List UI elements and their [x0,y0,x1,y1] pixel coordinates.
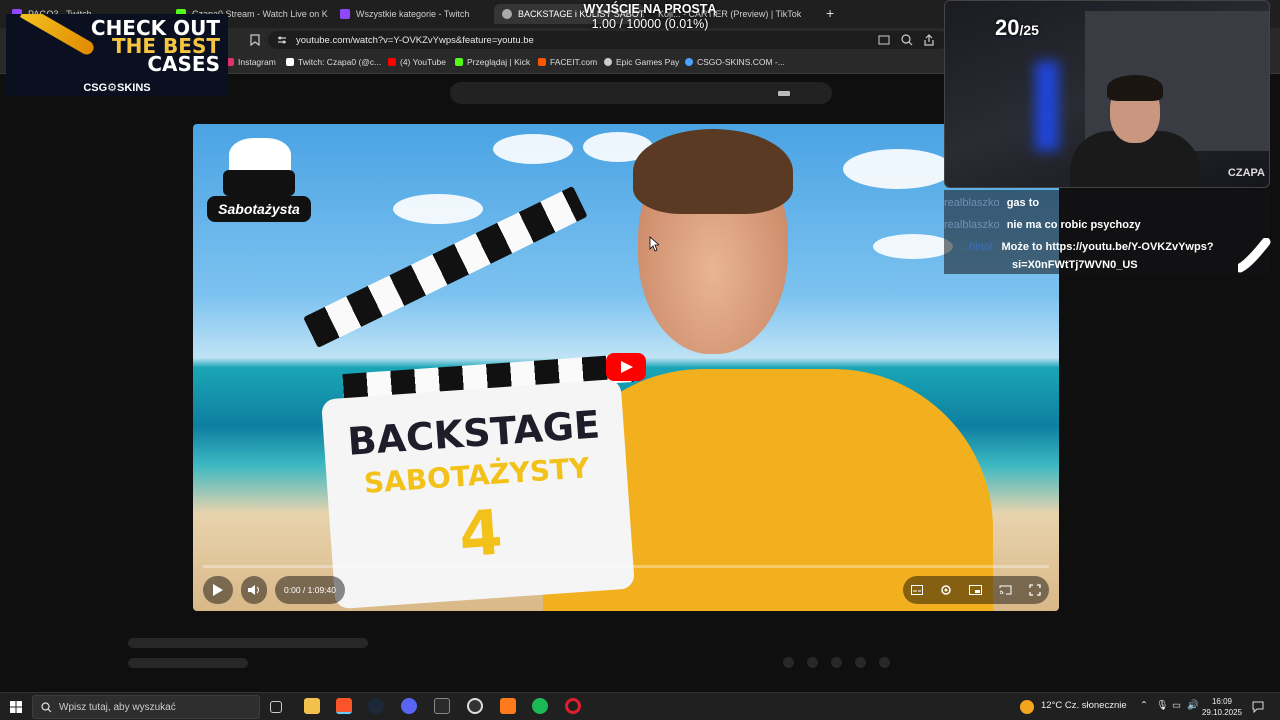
action-skeleton [831,657,842,668]
stream-goal-overlay: WYJŚCIE NA PROSTĄ 1.00 / 10000 (0.01%) [560,2,740,32]
epic-games-icon[interactable] [434,698,450,714]
miniplayer-icon[interactable] [968,585,982,595]
bookmark-twitch-czapa0[interactable]: Twitch: Czapa0 (@c... [286,57,381,67]
bookmark-youtube[interactable]: (4) YouTube [388,57,446,67]
action-skeleton [783,657,794,668]
windows-taskbar: Wpisz tutaj, aby wyszukać 12°C Cz. słone… [0,692,1280,720]
cloud [393,194,483,224]
kick-icon [455,58,463,66]
chat-message: ...hinol Może to https://youtu.be/Y-OVKZ… [960,241,1214,253]
youtube-play-icon[interactable] [606,353,646,381]
weather-sun-icon[interactable] [1020,700,1034,714]
goal-title: WYJŚCIE NA PROSTĄ [583,2,717,16]
chat-overlay: realblaszko gas to realblaszko nie ma co… [944,190,1271,274]
file-explorer-icon[interactable] [304,698,320,714]
bookmark-instagram[interactable]: Instagram [226,57,276,67]
search-bar-placeholder[interactable] [450,82,832,104]
sponsor-brand: CSG⚙SKINS [83,82,151,94]
bookmark-icon[interactable] [250,34,260,46]
taskbar-search[interactable]: Wpisz tutaj, aby wyszukać [32,695,260,719]
keyboard-icon[interactable] [778,91,790,96]
webcam-overlay: 20/25 CZAPA [944,0,1270,188]
cursor-icon [649,236,659,252]
video-player[interactable]: BACKSTAGE SABOTAŻYSTY 4 Sabotażysta 0:00… [193,124,1059,611]
bookmark-faceit[interactable]: FACEIT.com [538,57,597,67]
brave-browser-icon[interactable] [336,698,352,714]
action-skeleton [807,657,818,668]
channel-skeleton [128,658,248,668]
twitch-icon [340,9,350,19]
bookmark-kick[interactable]: Przeglądaj | Kick [455,57,530,67]
time-display: 0:00 / 1:09:40 [275,576,345,604]
clapperboard: BACKSTAGE SABOTAŻYSTY 4 [321,378,635,610]
fullscreen-icon[interactable] [1028,584,1041,596]
network-icon[interactable]: ▭ [1172,700,1181,711]
youtube-icon [388,58,396,66]
globe-icon [604,58,612,66]
url-field[interactable]: youtube.com/watch?v=Y-OVKZvYwps&feature=… [268,31,948,49]
cloud [493,134,573,164]
person-hair [633,129,793,214]
share-icon[interactable] [923,34,935,46]
windows-start-icon[interactable] [10,701,22,713]
speaker-icon[interactable]: 🔊 [1187,700,1199,711]
steam-icon[interactable] [368,698,384,714]
streamer-name: CZAPA [1227,167,1265,179]
faceit-app-icon[interactable] [500,698,516,714]
obs-icon[interactable] [467,698,483,714]
settings-gear-icon[interactable] [940,584,952,596]
task-view-icon[interactable] [270,701,282,713]
globe-icon [502,9,512,19]
chat-message: realblaszko gas to [944,197,1040,209]
volume-button[interactable] [241,576,267,604]
chat-message: si=X0nFWtTj7WVN0_US [1012,259,1138,271]
bookmark-csgo-skins[interactable]: CSGO-SKINS.COM -... [685,57,785,67]
site-settings-icon[interactable] [277,35,287,45]
zoom-icon[interactable] [901,34,913,46]
volume-icon [248,585,259,595]
action-skeleton [879,657,890,668]
progress-bar[interactable] [203,565,1049,568]
channel-logo: Sabotażysta [207,138,311,226]
chat-message: realblaszko nie ma co robic psychozy [944,219,1141,231]
tab-twitch-categories[interactable]: Wszystkie kategorie - Twitch [332,4,492,24]
faceit-icon [538,58,546,66]
sponsor-ad-banner: CHECK OUT THE BEST CASES CSG⚙SKINS [6,14,228,96]
tiktok-icon [286,58,294,66]
play-icon [213,584,223,596]
goal-progress: 1.00 / 10000 (0.01%) [591,17,709,31]
reader-mode-icon[interactable] [878,35,890,45]
title-skeleton [128,638,368,648]
search-icon [41,702,52,713]
csgo-skins-icon [685,58,693,66]
paint-stroke-icon [1238,238,1271,273]
knife-image [19,14,97,58]
chevron-up-icon[interactable]: ⌃ [1140,700,1148,711]
notifications-icon[interactable] [1252,701,1264,713]
cast-icon[interactable] [999,585,1012,595]
weather-text[interactable]: 12°C Cz. słonecznie [1041,700,1127,711]
opera-gx-icon[interactable] [565,698,581,714]
bookmark-epic-games-pay[interactable]: Epic Games Pay [604,57,679,67]
action-skeleton [855,657,866,668]
microphone-icon[interactable]: 🎙 [1156,700,1168,711]
player-settings-group [903,576,1049,604]
taskbar-clock[interactable]: 16:09 29.10.2025 [1200,696,1244,718]
subtitles-icon[interactable] [911,585,924,595]
spotify-icon[interactable] [532,698,548,714]
cloud [843,149,953,189]
new-tab-button[interactable]: + [826,5,834,21]
score-counter: 20/25 [995,15,1039,40]
play-button[interactable] [203,576,233,604]
cloud [873,234,953,259]
discord-icon[interactable] [401,698,417,714]
